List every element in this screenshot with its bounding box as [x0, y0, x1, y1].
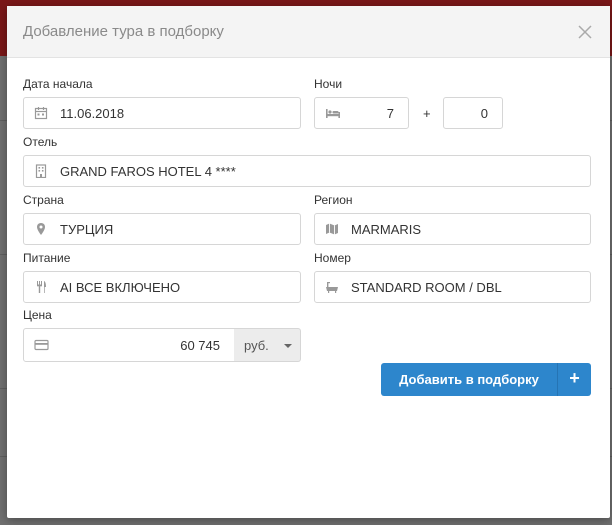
- meal-value: AI ВСЕ ВКЛЮЧЕНО: [60, 280, 181, 295]
- hotel-value: GRAND FAROS HOTEL 4 ****: [60, 164, 236, 179]
- region-label: Регион: [314, 193, 353, 207]
- room-value: STANDARD ROOM / DBL: [351, 280, 502, 295]
- map-marker-icon: [34, 222, 48, 236]
- plus-icon: +: [569, 368, 580, 388]
- calendar-icon: [34, 106, 48, 120]
- add-tour-modal: Добавление тура в подборку: [7, 6, 610, 518]
- modal-header: Добавление тура в подборку: [7, 6, 610, 58]
- modal-title: Добавление тура в подборку: [23, 23, 224, 40]
- country-label: Страна: [23, 193, 64, 207]
- price-label: Цена: [23, 308, 52, 322]
- start-date-label: Дата начала: [23, 77, 93, 91]
- add-to-selection-label: Добавить в подборку: [399, 372, 539, 387]
- currency-select[interactable]: руб.: [234, 328, 301, 362]
- extra-nights-field[interactable]: 0: [443, 97, 503, 129]
- extra-nights-value: 0: [480, 106, 488, 121]
- map-icon: [325, 222, 339, 236]
- nights-field[interactable]: 7: [314, 97, 409, 129]
- price-value: 60 745: [180, 338, 220, 353]
- cutlery-icon: [34, 280, 48, 294]
- country-value: ТУРЦИЯ: [60, 222, 114, 237]
- close-icon: [578, 25, 592, 39]
- meal-field[interactable]: AI ВСЕ ВКЛЮЧЕНО: [23, 271, 301, 303]
- nights-plus-sign: +: [423, 106, 431, 121]
- bed-icon: [325, 106, 340, 120]
- price-field[interactable]: 60 745: [23, 328, 235, 362]
- add-to-selection-button[interactable]: Добавить в подборку +: [381, 363, 591, 396]
- meal-label: Питание: [23, 251, 71, 265]
- caret-down-icon: [284, 344, 292, 348]
- room-label: Номер: [314, 251, 351, 265]
- currency-value: руб.: [244, 338, 269, 353]
- close-button[interactable]: [576, 23, 594, 41]
- building-icon: [34, 164, 48, 178]
- nights-value: 7: [386, 106, 394, 121]
- region-value: MARMARIS: [351, 222, 422, 237]
- start-date-value: 11.06.2018: [60, 106, 125, 121]
- bath-icon: [325, 280, 339, 294]
- start-date-field[interactable]: 11.06.2018: [23, 97, 301, 129]
- country-field[interactable]: ТУРЦИЯ: [23, 213, 301, 245]
- hotel-label: Отель: [23, 135, 58, 149]
- region-field[interactable]: MARMARIS: [314, 213, 591, 245]
- nights-label: Ночи: [314, 77, 343, 91]
- room-field[interactable]: STANDARD ROOM / DBL: [314, 271, 591, 303]
- credit-card-icon: [34, 338, 49, 352]
- hotel-field[interactable]: GRAND FAROS HOTEL 4 ****: [23, 155, 591, 187]
